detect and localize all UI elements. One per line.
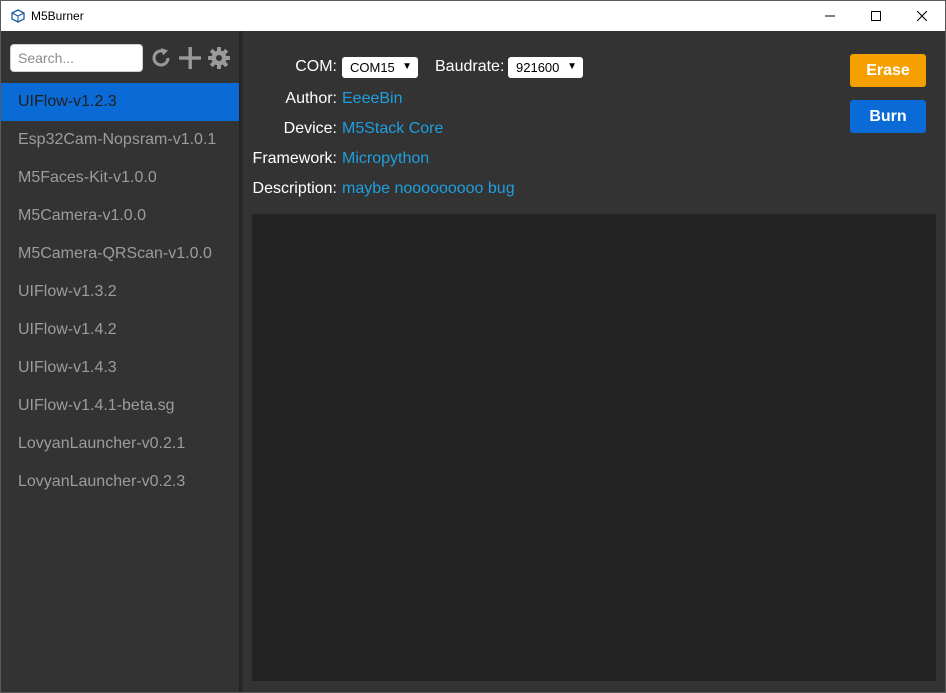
firmware-item[interactable]: LovyanLauncher-v0.2.3 [1,463,239,501]
title-bar: M5Burner [1,1,945,31]
firmware-item[interactable]: UIFlow-v1.4.1-beta.sg [1,387,239,425]
firmware-item[interactable]: UIFlow-v1.4.3 [1,349,239,387]
app-window: M5Burner Search... UIFlow-v1.2.3 Esp32Ca… [0,0,946,693]
settings-gear-icon[interactable] [206,44,232,72]
search-toolbar [10,43,232,73]
firmware-item-selected[interactable]: UIFlow-v1.2.3 [1,83,239,121]
framework-label: Framework: [252,150,337,167]
search-input[interactable] [10,44,143,72]
description-value: maybe nooooooooo bug [342,180,515,197]
firmware-item[interactable]: M5Camera-QRScan-v1.0.0 [1,235,239,273]
com-label: COM: [295,58,337,75]
minimize-icon [825,15,835,17]
firmware-item[interactable]: M5Camera-v1.0.0 [1,197,239,235]
device-label: Device: [283,120,337,137]
minimize-button[interactable] [807,1,853,31]
firmware-item[interactable]: UIFlow-v1.4.2 [1,311,239,349]
baudrate-label: Baudrate: [435,58,505,75]
baudrate-value: 921600 [516,60,560,75]
erase-button[interactable]: Erase [850,54,926,87]
window-controls [807,1,945,31]
window-title: M5Burner [31,9,84,23]
output-console [252,214,936,681]
close-icon [917,11,927,21]
maximize-icon [871,11,881,21]
author-value: EeeeBin [342,90,403,107]
description-label: Description: [252,180,337,197]
refresh-icon[interactable] [148,44,174,72]
device-value: M5Stack Core [342,120,444,137]
framework-value: Micropython [342,150,430,167]
firmware-item[interactable]: UIFlow-v1.3.2 [1,273,239,311]
firmware-detail-panel: COM: COM15 ▼ Baudrate: 921600 ▼ Author: … [243,31,945,692]
dropdown-arrow-icon: ▼ [402,61,412,72]
burn-button[interactable]: Burn [850,100,926,133]
com-port-select[interactable]: COM15 ▼ [342,57,418,78]
firmware-item[interactable]: Esp32Cam-Nopsram-v1.0.1 [1,121,239,159]
close-button[interactable] [899,1,945,31]
add-icon[interactable] [177,44,203,72]
author-label: Author: [285,90,337,107]
com-port-value: COM15 [350,60,395,75]
baudrate-select[interactable]: 921600 ▼ [508,57,583,78]
firmware-list: UIFlow-v1.2.3 Esp32Cam-Nopsram-v1.0.1 M5… [1,83,239,501]
m5burner-logo-icon [10,8,26,24]
firmware-item[interactable]: M5Faces-Kit-v1.0.0 [1,159,239,197]
maximize-button[interactable] [853,1,899,31]
firmware-sidebar: UIFlow-v1.2.3 Esp32Cam-Nopsram-v1.0.1 M5… [1,31,241,692]
firmware-item[interactable]: LovyanLauncher-v0.2.1 [1,425,239,463]
dropdown-arrow-icon: ▼ [567,61,577,72]
